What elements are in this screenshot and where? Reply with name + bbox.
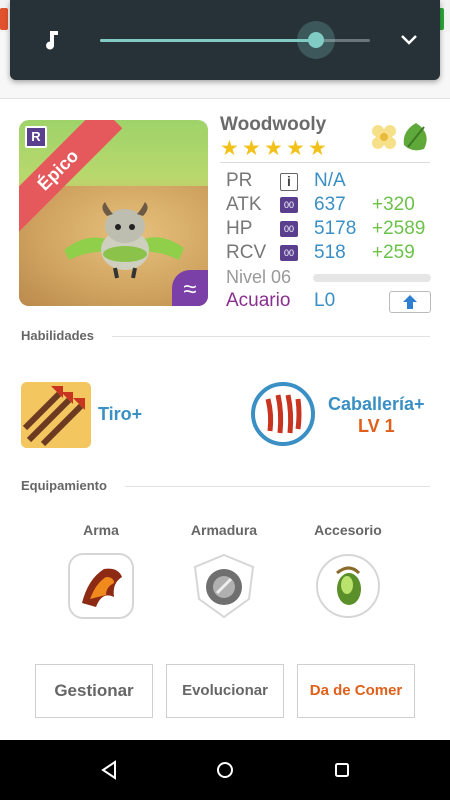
- armor-label: Armadura: [190, 522, 258, 538]
- stat-badge: 00: [280, 245, 298, 261]
- stat-bonus: +320: [372, 194, 415, 215]
- level-label: Nivel 06: [226, 267, 292, 287]
- equipment-divider: [125, 486, 430, 487]
- skills-title: Habilidades: [21, 328, 94, 343]
- element-icons: [372, 123, 427, 151]
- creature-illustration: [64, 202, 184, 279]
- star-icon: ★: [286, 137, 305, 160]
- arrows-skill-icon[interactable]: [21, 382, 91, 448]
- stat-bonus: +259: [372, 242, 415, 263]
- star-icon: ★: [308, 137, 327, 160]
- stat-badge: 00: [280, 221, 298, 237]
- status-accent-left: [0, 8, 8, 30]
- armor-slot-icon[interactable]: [191, 553, 257, 619]
- home-icon[interactable]: [213, 758, 237, 782]
- stat-label: RCV: [226, 242, 267, 263]
- weapon-slot-icon[interactable]: [68, 553, 134, 619]
- evolve-button[interactable]: Evolucionar: [166, 664, 284, 718]
- stat-value: 637: [314, 194, 346, 215]
- stat-label: HP: [226, 218, 253, 239]
- music-note-icon[interactable]: [40, 28, 64, 52]
- stat-value: 5178: [314, 218, 357, 239]
- upgrade-button[interactable]: [389, 291, 431, 313]
- skill-name: Tiro+: [98, 404, 143, 424]
- stat-value: 518: [314, 242, 346, 263]
- navigation-bar: [0, 740, 450, 800]
- volume-panel: [10, 0, 440, 80]
- claw-skill-icon[interactable]: [250, 381, 316, 447]
- stat-label: PR: [226, 170, 253, 191]
- accessory-label: Accesorio: [314, 522, 382, 538]
- skills-divider: [112, 336, 430, 337]
- stat-label: ATK: [226, 194, 262, 215]
- character-portrait[interactable]: Épico R ≈: [19, 120, 208, 306]
- zodiac-level: L0: [314, 290, 336, 311]
- recents-icon[interactable]: [330, 758, 354, 782]
- level-progress-bar: [313, 274, 431, 282]
- star-rating: ★ ★ ★ ★ ★: [220, 137, 327, 160]
- skill-name: Caballería+: [328, 394, 425, 414]
- volume-slider[interactable]: [100, 21, 370, 59]
- leaf-icon: [403, 123, 427, 151]
- character-name: Woodwooly: [220, 114, 327, 135]
- feed-button[interactable]: Da de Comer: [297, 664, 415, 718]
- back-icon[interactable]: [97, 758, 121, 782]
- stat-value: N/A: [314, 170, 346, 191]
- stat-badge: 00: [280, 197, 298, 213]
- volume-slider-thumb[interactable]: [308, 32, 324, 48]
- skill-level: LV 1: [358, 416, 395, 436]
- chevron-down-icon[interactable]: [397, 30, 421, 50]
- equipment-title: Equipamiento: [21, 478, 107, 493]
- star-icon: ★: [220, 137, 239, 160]
- water-element-icon: ≈: [172, 270, 208, 306]
- name-divider: [220, 162, 430, 163]
- weapon-label: Arma: [83, 522, 119, 538]
- accessory-slot-icon[interactable]: [315, 553, 381, 619]
- stat-bonus: +2589: [372, 218, 426, 239]
- manage-button[interactable]: Gestionar: [35, 664, 153, 718]
- zodiac-sign: Acuario: [226, 290, 291, 311]
- rank-badge: R: [25, 126, 47, 148]
- star-icon: ★: [242, 137, 261, 160]
- star-icon: ★: [264, 137, 283, 160]
- volume-slider-fill: [100, 39, 316, 42]
- flower-icon: [372, 125, 396, 149]
- info-icon[interactable]: i: [280, 173, 298, 191]
- arrow-up-icon: [403, 295, 417, 309]
